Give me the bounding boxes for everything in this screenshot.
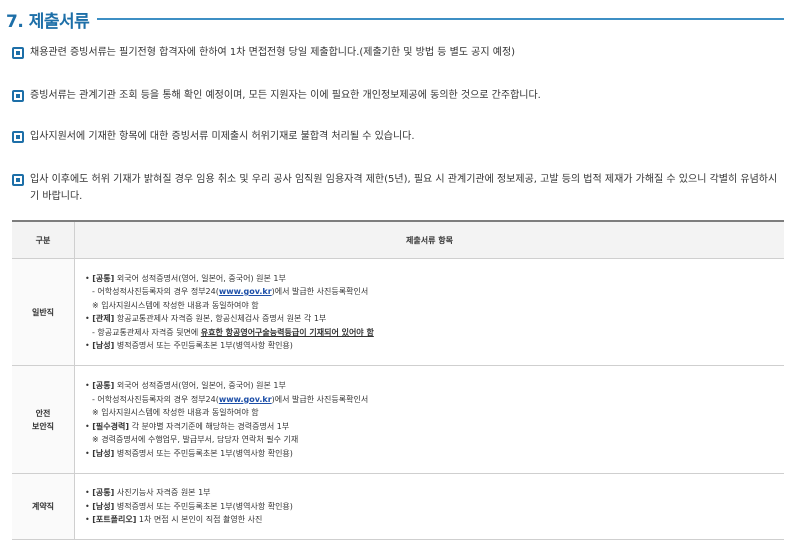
table-header-row: 구분 제출서류 항목 bbox=[12, 220, 784, 259]
header-category: 구분 bbox=[12, 220, 75, 259]
table-row: 일반직 • [공통] 외국어 성적증명서(영어, 일본어, 중국어) 원본 1부… bbox=[12, 258, 784, 366]
notice-item: 입사 이후에도 허위 기재가 밝혀질 경우 임용 취소 및 우리 공사 임직원 … bbox=[12, 171, 780, 205]
item-tag: [남성] bbox=[92, 341, 115, 350]
title-divider bbox=[97, 18, 784, 20]
notice-text: 증빙서류는 관계기관 조회 등을 통해 확인 예정이며, 모든 지원자는 이에 … bbox=[30, 90, 541, 101]
list-item: • [남성] 병적증명서 또는 주민등록초본 1부(병역사항 확인용) bbox=[85, 448, 293, 458]
list-item: • [남성] 병적증명서 또는 주민등록초본 1부(병역사항 확인용) bbox=[85, 341, 293, 350]
square-bullet-icon bbox=[12, 46, 24, 59]
category-safety-security: 안전 보안직 bbox=[12, 365, 75, 474]
table-row: 안전 보안직 • [공통] 외국어 성적증명서(영어, 일본어, 중국어) 원본 … bbox=[12, 365, 784, 474]
list-item: - 항공교통관제사 자격증 뒷면에 유효한 항공영어구술능력등급이 기재되어 있… bbox=[92, 327, 374, 337]
item-tag: [공통] bbox=[92, 381, 115, 390]
item-tag: [공통] bbox=[92, 273, 115, 283]
square-bullet-icon bbox=[12, 173, 24, 186]
list-item: • [공통] 사진기능사 자격증 원본 1부 bbox=[85, 488, 211, 498]
list-item: • [공통] 외국어 성적증명서(영어, 일본어, 중국어) 원본 1부 bbox=[85, 273, 286, 283]
item-list: • [공통] 외국어 성적증명서(영어, 일본어, 중국어) 원본 1부 - 어… bbox=[74, 365, 784, 474]
gov24-link[interactable]: www.gov.kr bbox=[219, 395, 272, 404]
item-tag: [관제] bbox=[92, 314, 115, 323]
table-row: 계약직 • [공통] 사진기능사 자격증 원본 1부 • [남성] 병적증명서 … bbox=[12, 473, 784, 540]
item-tag: [공통] bbox=[92, 488, 115, 498]
notice-item: 증빙서류는 관계기관 조회 등을 통해 확인 예정이며, 모든 지원자는 이에 … bbox=[12, 87, 780, 104]
list-item: • [관제] 항공교통관제사 자격증 원본, 항공신체검사 증명서 원본 각 1… bbox=[85, 314, 327, 323]
notice-text: 채용관련 증빙서류는 필기전형 합격자에 한하여 1차 면접전형 당일 제출합니… bbox=[30, 47, 516, 58]
item-list: • [공통] 사진기능사 자격증 원본 1부 • [남성] 병적증명서 또는 주… bbox=[74, 473, 784, 540]
gov24-link[interactable]: www.gov.kr bbox=[219, 287, 272, 296]
item-tag: [남성] bbox=[92, 448, 115, 458]
list-item: - 어학성적사진등록자의 경우 정부24(www.gov.kr)에서 발급한 사… bbox=[92, 394, 369, 404]
list-item: - 어학성적사진등록자의 경우 정부24(www.gov.kr)에서 발급한 사… bbox=[92, 287, 369, 296]
square-bullet-icon bbox=[12, 89, 24, 102]
notice-item: 입사지원서에 기재한 항목에 대한 증빙서류 미제출시 허위기재로 불합격 처리… bbox=[12, 128, 780, 145]
notice-text: 입사지원서에 기재한 항목에 대한 증빙서류 미제출시 허위기재로 불합격 처리… bbox=[30, 131, 415, 142]
section-header: 7. 제출서류 bbox=[6, 6, 784, 32]
notice-text: 입사 이후에도 허위 기재가 밝혀질 경우 임용 취소 및 우리 공사 임직원 … bbox=[30, 174, 778, 202]
item-tag: [남성] bbox=[92, 501, 115, 511]
header-items: 제출서류 항목 bbox=[74, 220, 784, 259]
documents-table: 구분 제출서류 항목 일반직 • [공통] 외국어 성적증명서(영어, 일본어,… bbox=[12, 220, 784, 540]
item-tag: [필수경력] bbox=[92, 421, 130, 431]
list-item: ※ 경력증명서에 수행업무, 발급부서, 담당자 연락처 필수 기재 bbox=[92, 435, 299, 444]
list-item: • [남성] 병적증명서 또는 주민등록초본 1부(병역사항 확인용) bbox=[85, 501, 293, 511]
category-general: 일반직 bbox=[12, 258, 75, 366]
emphasis-text: 유효한 항공영어구술능력등급이 기재되어 있어야 함 bbox=[200, 327, 374, 337]
list-item: ※ 입사지원시스템에 작성한 내용과 동일하여야 함 bbox=[92, 408, 259, 417]
notice-item: 채용관련 증빙서류는 필기전형 합격자에 한하여 1차 면접전형 당일 제출합니… bbox=[12, 44, 780, 61]
item-tag: [포트폴리오] bbox=[92, 515, 137, 525]
list-item: • [공통] 외국어 성적증명서(영어, 일본어, 중국어) 원본 1부 bbox=[85, 381, 286, 390]
list-item: • [포트폴리오] 1차 면접 시 본인이 직접 촬영한 사진 bbox=[85, 515, 263, 525]
list-item: ※ 입사지원시스템에 작성한 내용과 동일하여야 함 bbox=[92, 300, 259, 310]
list-item: • [필수경력] 각 분야별 자격기준에 해당하는 경력증명서 1부 bbox=[85, 421, 290, 431]
square-bullet-icon bbox=[12, 130, 24, 143]
category-contract: 계약직 bbox=[12, 473, 75, 540]
item-list: • [공통] 외국어 성적증명서(영어, 일본어, 중국어) 원본 1부 - 어… bbox=[74, 258, 784, 366]
section-title: 7. 제출서류 bbox=[6, 11, 90, 32]
